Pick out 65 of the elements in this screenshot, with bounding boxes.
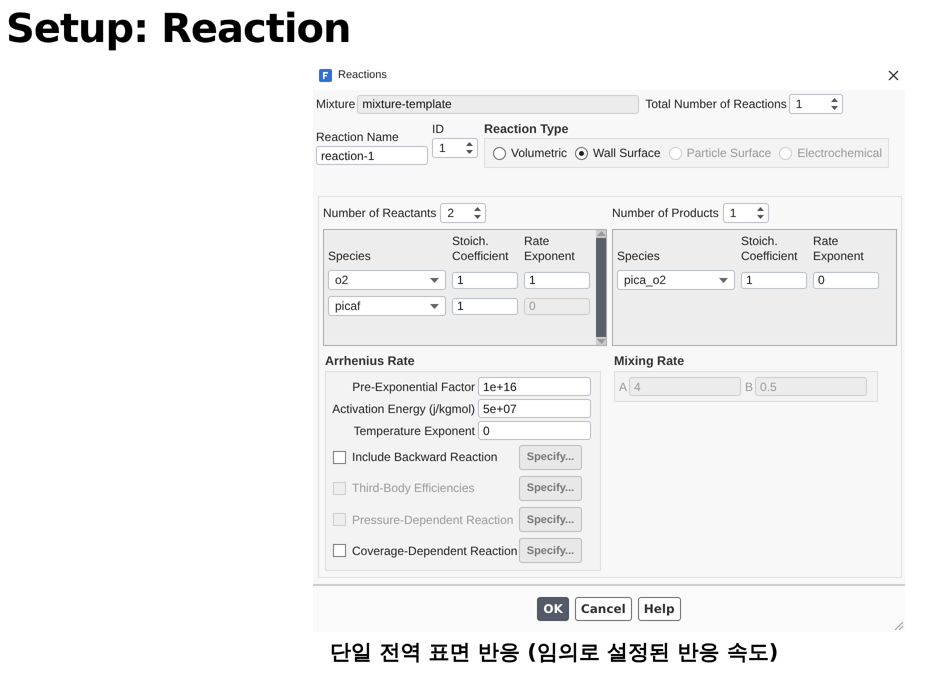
checkbox-label: Pressure-Dependent Reaction <box>352 512 514 527</box>
field-label: Activation Energy (j/kgmol) <box>332 402 475 416</box>
field-label: A <box>619 380 628 394</box>
number-spinner[interactable]: 2 <box>440 203 486 223</box>
number-spinner[interactable]: 1 <box>788 94 843 114</box>
count-label: Number of Reactants <box>323 206 436 220</box>
field-label: B <box>745 380 754 394</box>
dialog-title: Reactions <box>338 69 388 81</box>
value-field[interactable]: 0 <box>478 421 591 440</box>
exponent-field[interactable]: 1 <box>524 272 590 288</box>
coefficient-field[interactable]: 1 <box>741 272 807 288</box>
spinner-arrows-icon <box>756 206 765 220</box>
checkbox-label: Coverage-Dependent Reaction <box>352 544 518 558</box>
reaction-name-field[interactable]: reaction-1 <box>316 146 428 165</box>
spinner-arrows-icon <box>830 97 839 111</box>
caret-icon <box>719 278 728 282</box>
species-dropdown[interactable]: pica_o2 <box>617 270 735 290</box>
ok-button[interactable]: OK <box>537 597 569 621</box>
id-label: ID <box>432 122 445 136</box>
column-header: Rate Exponent <box>813 234 865 264</box>
close-icon[interactable] <box>888 70 899 80</box>
section-heading: Arrhenius Rate <box>325 354 416 368</box>
column-header: Species <box>617 249 661 264</box>
section-heading: Mixing Rate <box>614 354 686 368</box>
species-dropdown[interactable]: picaf <box>328 296 446 316</box>
coefficient-field[interactable]: 1 <box>452 272 518 288</box>
slide-caption: 단일 전역 표면 반응 (임의로 설정된 반응 속도) <box>330 639 780 666</box>
specify-button[interactable]: Specify... <box>519 444 582 470</box>
checkbox[interactable] <box>333 544 346 558</box>
specify-button[interactable]: Specify... <box>519 538 582 564</box>
dialog-button[interactable]: Cancel <box>574 597 632 621</box>
field-label: Temperature Exponent <box>354 424 475 438</box>
checkbox-label: Third-Body Efficiencies <box>352 481 474 496</box>
app-icon <box>319 68 332 82</box>
checkbox-label: Include Backward Reaction <box>352 450 498 464</box>
slide-title: Setup: Reaction <box>6 6 352 54</box>
spinner-arrows-icon <box>473 206 482 220</box>
radio-option[interactable]: Wall Surface <box>575 146 661 160</box>
scroll-down-icon[interactable] <box>596 339 606 345</box>
checkbox[interactable] <box>333 450 346 464</box>
caret-icon <box>430 304 439 308</box>
spinner-arrows-icon <box>465 141 474 155</box>
number-spinner[interactable]: 1 <box>722 203 769 223</box>
total-reactions-label: Total Number of Reactions <box>645 97 787 111</box>
reaction-name-label: Reaction Name <box>316 130 400 144</box>
species-dropdown[interactable]: o2 <box>328 270 446 290</box>
dialog-button[interactable]: Help <box>638 597 681 621</box>
column-header: Stoich. Coefficient <box>452 234 510 264</box>
field-label: Pre-Exponential Factor <box>352 380 475 394</box>
column-header: Species <box>328 249 372 264</box>
scroll-up-icon[interactable] <box>596 230 606 236</box>
coefficient-field[interactable]: 1 <box>452 298 518 314</box>
radio-option[interactable]: Volumetric <box>493 146 568 160</box>
scrollbar[interactable] <box>596 230 606 345</box>
caret-icon <box>430 278 439 282</box>
number-spinner[interactable]: 1 <box>432 138 478 158</box>
count-label: Number of Products <box>612 206 719 220</box>
value-field[interactable]: 5e+07 <box>478 399 591 418</box>
section-heading: Reaction Type <box>484 122 570 136</box>
column-header: Stoich. Coefficient <box>741 234 798 264</box>
value-field[interactable]: 1e+16 <box>478 377 591 396</box>
resize-grip-icon[interactable] <box>895 622 903 630</box>
exponent-field[interactable]: 0 <box>813 272 879 288</box>
mixture-label: Mixture <box>316 97 356 111</box>
column-header: Rate Exponent <box>524 234 576 264</box>
